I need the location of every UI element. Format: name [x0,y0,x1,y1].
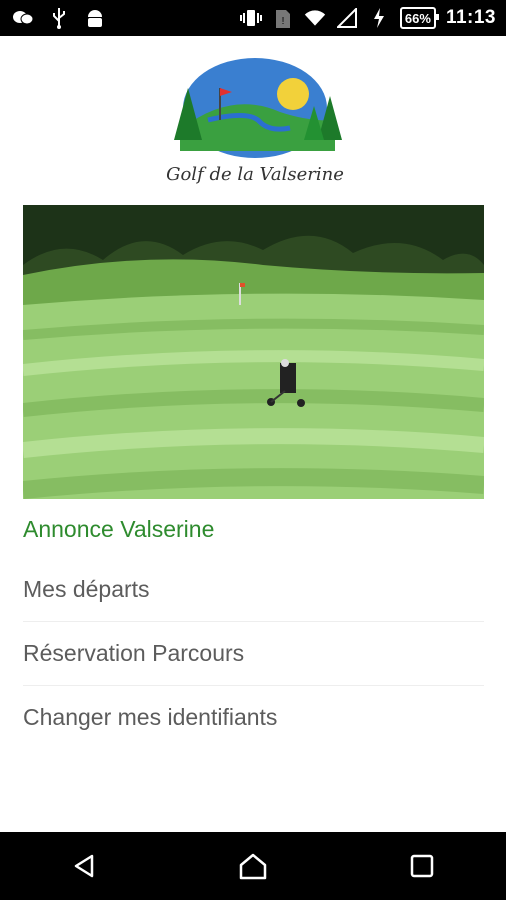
clock: 11:13 [445,7,496,28]
vibrate-icon [239,7,262,29]
golf-logo-graphic [174,58,342,158]
back-icon [75,854,94,878]
home-button[interactable] [223,836,283,896]
sim-icon: ! [272,7,294,29]
app-logo: Golf de la Valserine [160,50,350,200]
usb-icon [48,7,70,29]
back-button[interactable] [54,836,114,896]
navigation-bar [0,832,506,900]
status-bar: ! 66% 11:13 [0,0,506,36]
menu-item-annonce-valserine[interactable]: Annonce Valserine [23,500,484,558]
wifi-icon [304,7,326,29]
battery-indicator: 66% [399,7,439,29]
recents-icon [410,854,433,878]
wechat-icon [12,7,34,29]
main-menu: Annonce Valserine Mes départs Réservatio… [23,500,484,749]
logo-text: Golf de la Valserine [166,164,344,185]
charging-icon [368,7,390,29]
svg-text:!: ! [282,16,285,27]
menu-item-mes-departs[interactable]: Mes départs [23,558,484,622]
signal-icon [336,7,358,29]
menu-item-reservation-parcours[interactable]: Réservation Parcours [23,622,484,686]
hero-golf-course-image [23,205,484,499]
menu-item-changer-identifiants[interactable]: Changer mes identifiants [23,686,484,749]
android-icon [84,7,106,29]
recents-button[interactable] [392,836,452,896]
home-icon [239,853,267,880]
